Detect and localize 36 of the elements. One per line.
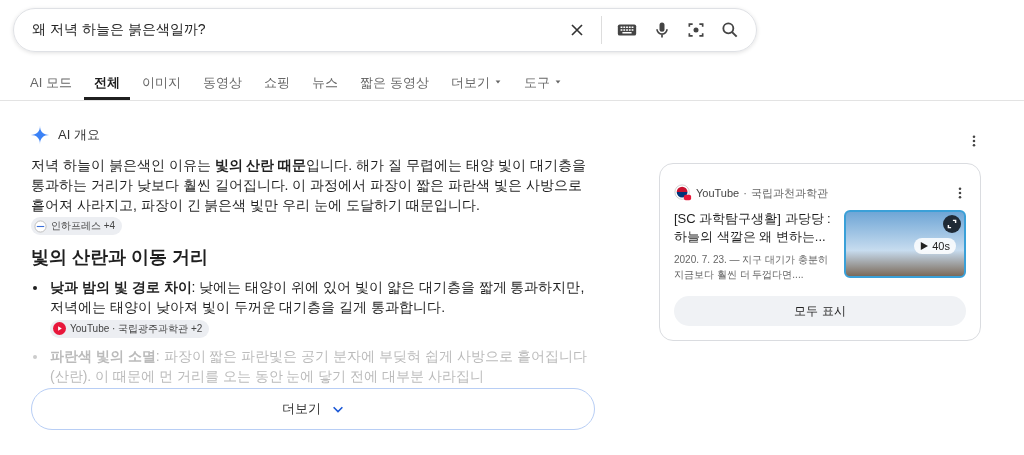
show-more-button[interactable]: 더보기 <box>31 387 595 430</box>
search-tab[interactable]: 뉴스 <box>301 74 348 100</box>
search-tab[interactable]: 더보기 <box>440 74 512 100</box>
expand-icon[interactable] <box>943 215 961 233</box>
search-tab[interactable]: 쇼핑 <box>253 74 300 100</box>
bullet-text: 파란색 빛의 소멸: 파장이 짧은 파란빛은 공기 분자에 부딪혀 쉽게 사방으로 흩어집니다(산란). 이 때문에 먼 거리를 오는 동안 눈에 닿기 전에 대부분 사라집니 <box>50 346 588 386</box>
search-tab[interactable]: 동영상 <box>192 74 252 100</box>
camera-icon[interactable] <box>686 20 706 40</box>
site-icon <box>34 219 47 233</box>
section-title: AI 개요 <box>58 126 100 144</box>
play-icon <box>920 242 929 250</box>
channel-logo-icon <box>674 184 692 202</box>
duration-badge: 40s <box>914 238 956 254</box>
summary-text: 저녁 하늘이 붉은색인 이유는 빛의 산란 때문입니다. 해가 질 무렵에는 태양 빛이 대기층을 통과하는 거리가 낮보다 훨씬 길어집니다. 이 과정에서 파장이 짧은 파란색 빛은 사방으로 흩어져 사라지고, 파장이 긴 붉은색 빛만 우리 눈에 도달하기 때문입니다. <box>31 156 587 215</box>
bullet-text: 낮과 밤의 빛 경로 차이: 낮에는 태양이 위에 있어 빛이 얇은 대기층을 짧게 통과하지만, 저녁에는 태양이 낮아져 빛이 두꺼운 대기층을 길게 통과합니다. YouTube · 국립광주과학관 +2 <box>50 277 595 338</box>
source-chip[interactable]: YouTube · 국립광주과학관 +2 <box>50 319 210 338</box>
more-options-icon[interactable] <box>972 135 976 147</box>
search-tab[interactable]: 짧은 동영상 <box>349 74 439 100</box>
search-tab[interactable]: AI 모드 <box>20 74 82 100</box>
caret-icon <box>493 78 502 86</box>
play-icon <box>53 322 66 336</box>
source-name: YouTube <box>696 187 740 199</box>
show-all-button[interactable]: 모두 표시 <box>674 296 966 326</box>
channel-name: 국립과천과학관 <box>750 185 828 201</box>
video-title-link[interactable]: [SC 과학탐구생활] 과당당 : 하늘의 색깔은 왜 변하는... <box>674 210 834 246</box>
photo-placeholder[interactable]: 40s <box>844 210 966 278</box>
section-heading: 빛의 산란과 이동 거리 <box>31 246 209 270</box>
search-field[interactable]: 왜 저녁 하늘은 붉은색일까? <box>32 22 553 38</box>
more-options-icon[interactable] <box>958 187 962 199</box>
search-icon[interactable] <box>720 20 740 40</box>
caret-icon <box>553 78 562 86</box>
source-chip[interactable]: 인하프레스 +4 <box>31 217 123 236</box>
video-snippet: 2020. 7. 23. — 지구 대기가 충분히 지금보다 훨씬 더 두껍다면.... <box>674 253 829 282</box>
search-tab[interactable]: 이미지 <box>131 74 191 100</box>
separator-dot: · <box>743 187 747 199</box>
search-tab[interactable]: 도구 <box>513 74 572 100</box>
